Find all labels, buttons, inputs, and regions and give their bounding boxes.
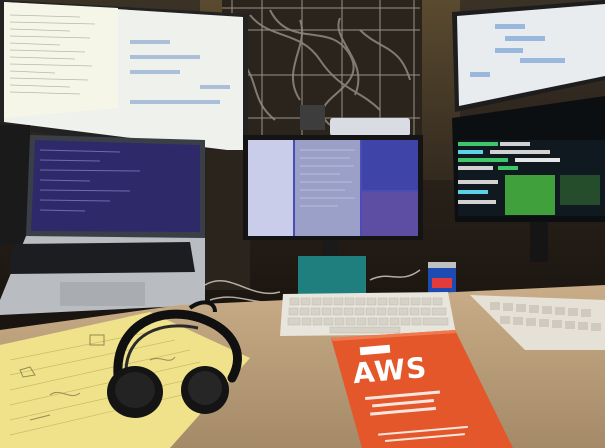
photo-scene: AWS [0, 0, 605, 448]
wire-shelf-with-cables [222, 0, 422, 136]
laptop [0, 135, 205, 315]
teal-monitor-stand [298, 256, 366, 294]
mechanical-keyboard [280, 292, 456, 336]
